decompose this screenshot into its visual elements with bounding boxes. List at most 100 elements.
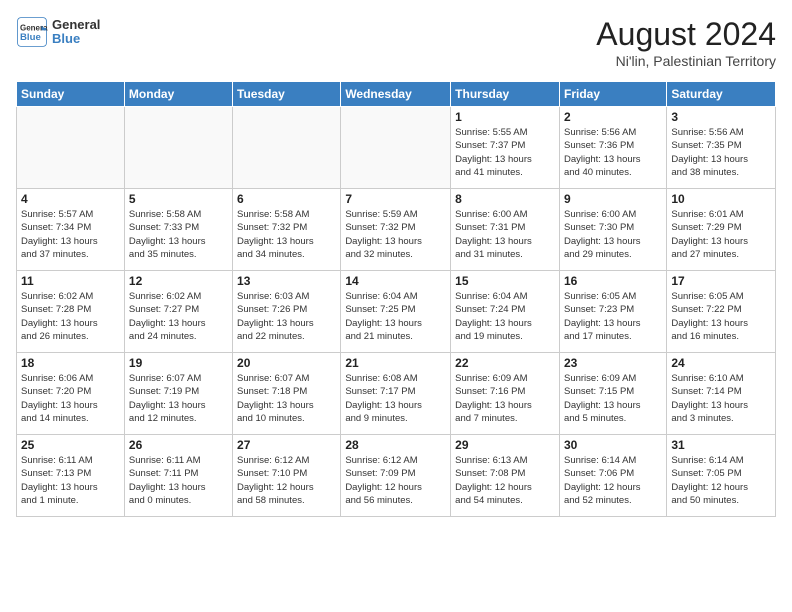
week-row-2: 4 Sunrise: 5:57 AMSunset: 7:34 PMDaylight…: [17, 189, 776, 271]
weekday-header-row: SundayMondayTuesdayWednesdayThursdayFrid…: [17, 82, 776, 107]
logo: General Blue General Blue: [16, 16, 100, 48]
day-number: 21: [345, 356, 446, 370]
day-info: Sunrise: 6:05 AMSunset: 7:23 PMDaylight:…: [564, 290, 662, 343]
day-number: 28: [345, 438, 446, 452]
day-info: Sunrise: 6:14 AMSunset: 7:05 PMDaylight:…: [671, 454, 771, 507]
day-info: Sunrise: 6:04 AMSunset: 7:25 PMDaylight:…: [345, 290, 446, 343]
weekday-header-monday: Monday: [124, 82, 232, 107]
day-info: Sunrise: 6:05 AMSunset: 7:22 PMDaylight:…: [671, 290, 771, 343]
calendar-cell: 22 Sunrise: 6:09 AMSunset: 7:16 PMDayligh…: [451, 353, 560, 435]
weekday-header-thursday: Thursday: [451, 82, 560, 107]
day-info: Sunrise: 6:11 AMSunset: 7:13 PMDaylight:…: [21, 454, 120, 507]
calendar-cell: 10Sunrise: 6:01 AMSunset: 7:29 PMDayligh…: [667, 189, 776, 271]
day-info: Sunrise: 6:09 AMSunset: 7:15 PMDaylight:…: [564, 372, 662, 425]
calendar-cell: 3Sunrise: 5:56 AMSunset: 7:35 PMDaylight…: [667, 107, 776, 189]
calendar-cell: 15 Sunrise: 6:04 AMSunset: 7:24 PMDayligh…: [451, 271, 560, 353]
day-info: Sunrise: 6:06 AMSunset: 7:20 PMDaylight:…: [21, 372, 120, 425]
day-number: 26: [129, 438, 228, 452]
day-number: 13: [237, 274, 336, 288]
day-info: Sunrise: 6:10 AMSunset: 7:14 PMDaylight:…: [671, 372, 771, 425]
title-block: August 2024 Ni'lin, Palestinian Territor…: [596, 16, 776, 69]
day-number: 11: [21, 274, 120, 288]
day-number: 8: [455, 192, 555, 206]
day-info: Sunrise: 5:56 AMSunset: 7:36 PMDaylight:…: [564, 126, 662, 179]
day-number: 15: [455, 274, 555, 288]
day-number: 20: [237, 356, 336, 370]
svg-text:Blue: Blue: [20, 32, 41, 43]
calendar-cell: 30 Sunrise: 6:14 AMSunset: 7:06 PMDayligh…: [559, 435, 666, 517]
day-info: Sunrise: 6:07 AMSunset: 7:19 PMDaylight:…: [129, 372, 228, 425]
day-info: Sunrise: 5:55 AMSunset: 7:37 PMDaylight:…: [455, 126, 555, 179]
day-number: 25: [21, 438, 120, 452]
calendar-cell: 23 Sunrise: 6:09 AMSunset: 7:15 PMDayligh…: [559, 353, 666, 435]
weekday-header-wednesday: Wednesday: [341, 82, 451, 107]
day-number: 14: [345, 274, 446, 288]
calendar-cell: 19Sunrise: 6:07 AMSunset: 7:19 PMDayligh…: [124, 353, 232, 435]
calendar-cell: 7 Sunrise: 5:59 AMSunset: 7:32 PMDaylight…: [341, 189, 451, 271]
location: Ni'lin, Palestinian Territory: [596, 53, 776, 69]
logo-icon: General Blue: [16, 16, 48, 48]
day-number: 31: [671, 438, 771, 452]
day-number: 4: [21, 192, 120, 206]
day-number: 12: [129, 274, 228, 288]
calendar-cell: 28Sunrise: 6:12 AMSunset: 7:09 PMDayligh…: [341, 435, 451, 517]
calendar-cell: 20 Sunrise: 6:07 AMSunset: 7:18 PMDayligh…: [233, 353, 341, 435]
day-number: 10: [671, 192, 771, 206]
day-number: 16: [564, 274, 662, 288]
day-info: Sunrise: 6:09 AMSunset: 7:16 PMDaylight:…: [455, 372, 555, 425]
day-info: Sunrise: 5:57 AMSunset: 7:34 PMDaylight:…: [21, 208, 120, 261]
day-number: 17: [671, 274, 771, 288]
day-info: Sunrise: 5:58 AMSunset: 7:32 PMDaylight:…: [237, 208, 336, 261]
calendar-cell: 31 Sunrise: 6:14 AMSunset: 7:05 PMDayligh…: [667, 435, 776, 517]
day-info: Sunrise: 6:12 AMSunset: 7:10 PMDaylight:…: [237, 454, 336, 507]
calendar-cell: [17, 107, 125, 189]
day-info: Sunrise: 6:08 AMSunset: 7:17 PMDaylight:…: [345, 372, 446, 425]
weekday-header-saturday: Saturday: [667, 82, 776, 107]
calendar-cell: 8Sunrise: 6:00 AMSunset: 7:31 PMDaylight…: [451, 189, 560, 271]
calendar-cell: 1 Sunrise: 5:55 AMSunset: 7:37 PMDaylight…: [451, 107, 560, 189]
day-number: 6: [237, 192, 336, 206]
day-info: Sunrise: 6:04 AMSunset: 7:24 PMDaylight:…: [455, 290, 555, 343]
day-number: 22: [455, 356, 555, 370]
calendar-cell: 4 Sunrise: 5:57 AMSunset: 7:34 PMDaylight…: [17, 189, 125, 271]
day-info: Sunrise: 6:02 AMSunset: 7:27 PMDaylight:…: [129, 290, 228, 343]
calendar-table: SundayMondayTuesdayWednesdayThursdayFrid…: [16, 81, 776, 517]
calendar-cell: 21 Sunrise: 6:08 AMSunset: 7:17 PMDayligh…: [341, 353, 451, 435]
calendar-cell: 11 Sunrise: 6:02 AMSunset: 7:28 PMDayligh…: [17, 271, 125, 353]
calendar-cell: 17 Sunrise: 6:05 AMSunset: 7:22 PMDayligh…: [667, 271, 776, 353]
week-row-1: 1 Sunrise: 5:55 AMSunset: 7:37 PMDaylight…: [17, 107, 776, 189]
day-number: 27: [237, 438, 336, 452]
day-info: Sunrise: 5:56 AMSunset: 7:35 PMDaylight:…: [671, 126, 771, 179]
calendar-cell: 9Sunrise: 6:00 AMSunset: 7:30 PMDaylight…: [559, 189, 666, 271]
weekday-header-tuesday: Tuesday: [233, 82, 341, 107]
weekday-header-sunday: Sunday: [17, 82, 125, 107]
calendar-cell: [341, 107, 451, 189]
calendar-cell: 12 Sunrise: 6:02 AMSunset: 7:27 PMDayligh…: [124, 271, 232, 353]
calendar-cell: 27 Sunrise: 6:12 AMSunset: 7:10 PMDayligh…: [233, 435, 341, 517]
week-row-3: 11 Sunrise: 6:02 AMSunset: 7:28 PMDayligh…: [17, 271, 776, 353]
weekday-header-friday: Friday: [559, 82, 666, 107]
week-row-4: 18 Sunrise: 6:06 AMSunset: 7:20 PMDayligh…: [17, 353, 776, 435]
calendar-cell: 13Sunrise: 6:03 AMSunset: 7:26 PMDayligh…: [233, 271, 341, 353]
day-number: 30: [564, 438, 662, 452]
day-number: 7: [345, 192, 446, 206]
day-info: Sunrise: 6:02 AMSunset: 7:28 PMDaylight:…: [21, 290, 120, 343]
day-number: 1: [455, 110, 555, 124]
calendar-cell: 2Sunrise: 5:56 AMSunset: 7:36 PMDaylight…: [559, 107, 666, 189]
page-header: General Blue General Blue August 2024 Ni…: [16, 16, 776, 69]
day-number: 18: [21, 356, 120, 370]
day-info: Sunrise: 6:14 AMSunset: 7:06 PMDaylight:…: [564, 454, 662, 507]
day-info: Sunrise: 5:59 AMSunset: 7:32 PMDaylight:…: [345, 208, 446, 261]
calendar-cell: 6 Sunrise: 5:58 AMSunset: 7:32 PMDaylight…: [233, 189, 341, 271]
day-info: Sunrise: 6:13 AMSunset: 7:08 PMDaylight:…: [455, 454, 555, 507]
calendar-cell: 25 Sunrise: 6:11 AMSunset: 7:13 PMDayligh…: [17, 435, 125, 517]
calendar-cell: [233, 107, 341, 189]
day-number: 23: [564, 356, 662, 370]
day-number: 9: [564, 192, 662, 206]
logo-text-general: General: [52, 18, 100, 32]
day-number: 29: [455, 438, 555, 452]
calendar-cell: 14 Sunrise: 6:04 AMSunset: 7:25 PMDayligh…: [341, 271, 451, 353]
day-info: Sunrise: 6:11 AMSunset: 7:11 PMDaylight:…: [129, 454, 228, 507]
logo-text-blue: Blue: [52, 32, 100, 46]
day-info: Sunrise: 6:07 AMSunset: 7:18 PMDaylight:…: [237, 372, 336, 425]
